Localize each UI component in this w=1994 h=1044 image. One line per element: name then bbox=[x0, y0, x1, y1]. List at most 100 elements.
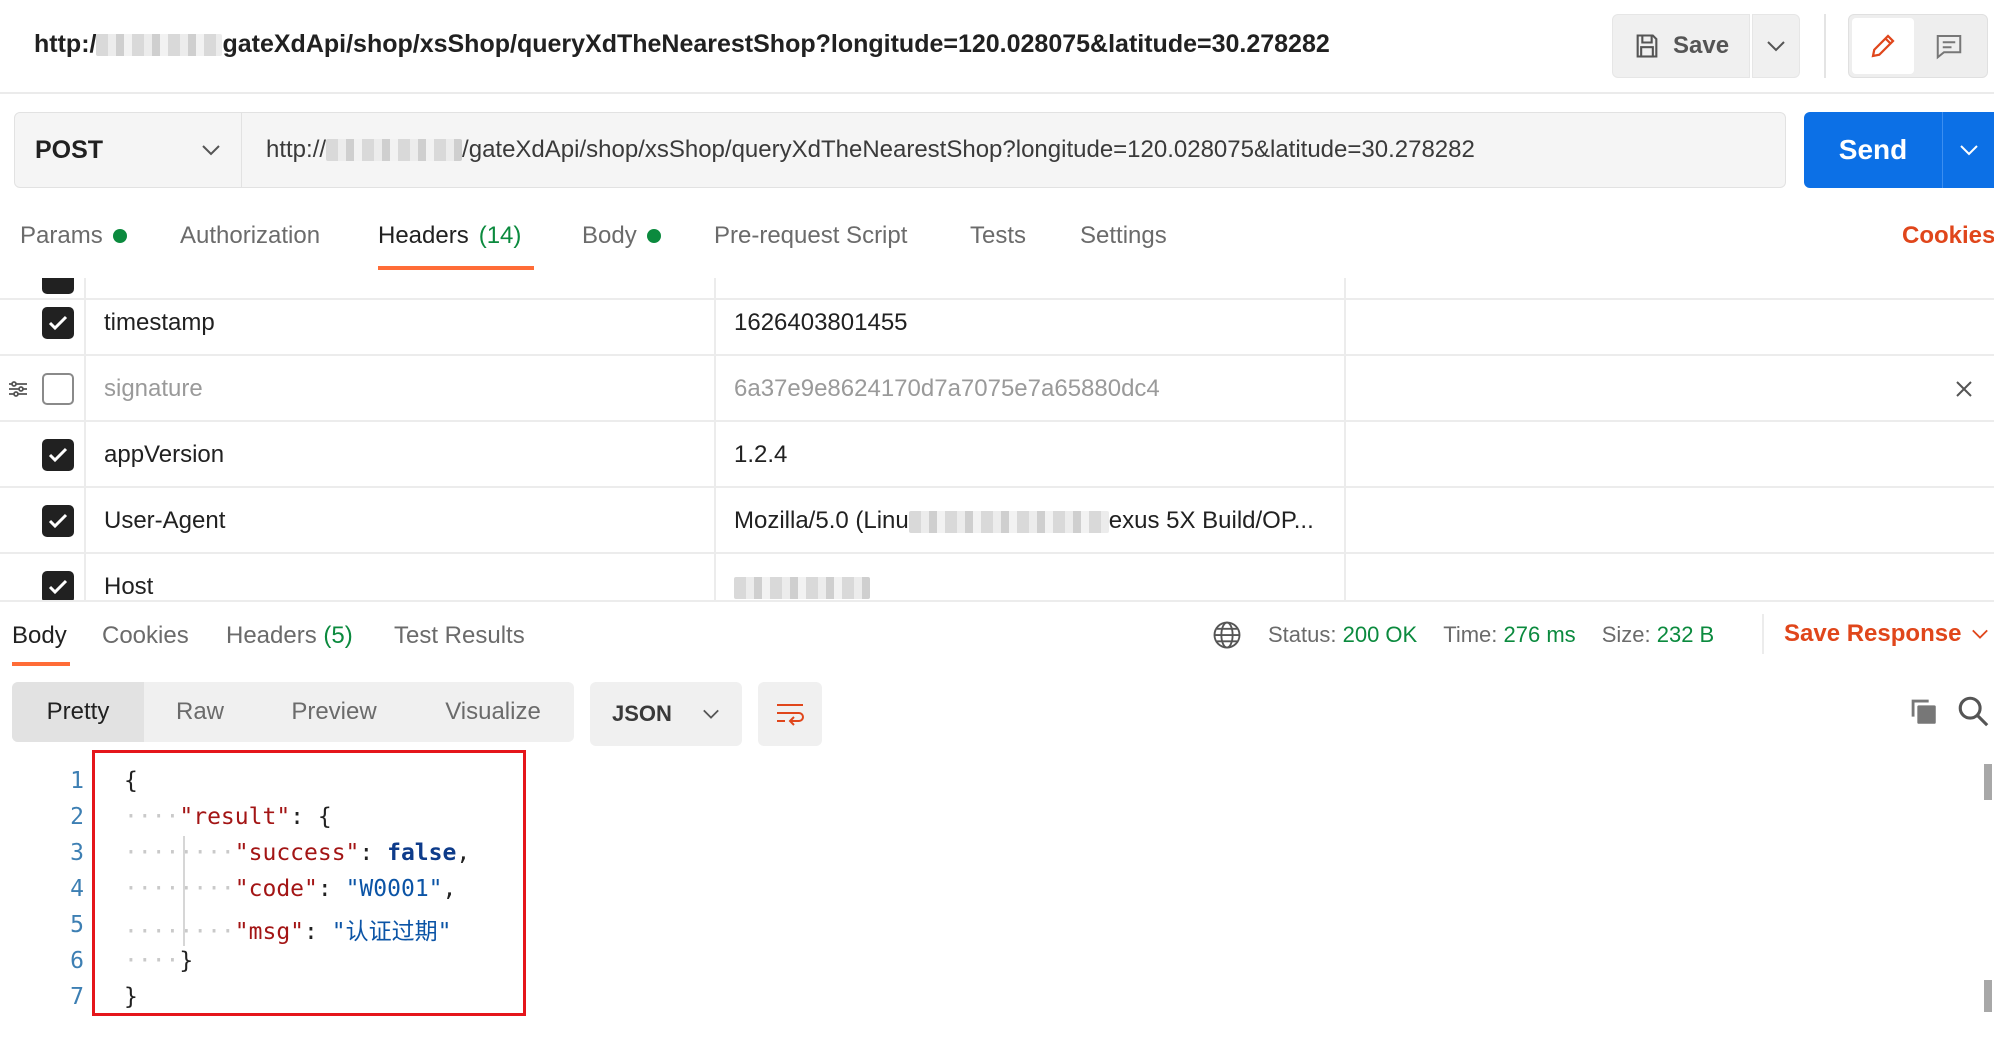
check-icon bbox=[48, 447, 68, 463]
save-options-button[interactable] bbox=[1752, 14, 1800, 78]
check-icon bbox=[48, 579, 68, 595]
time-info[interactable]: Time: 276 ms bbox=[1443, 622, 1575, 648]
table-row: User-Agent Mozilla/5.0 (Linu exus 5X Buil… bbox=[0, 488, 1994, 554]
tab-params[interactable]: Params bbox=[20, 222, 127, 250]
table-row: Host bbox=[0, 554, 1994, 600]
line-number: 7 bbox=[70, 984, 84, 1010]
header-key[interactable]: Host bbox=[104, 573, 153, 600]
response-tab-cookies[interactable]: Cookies bbox=[102, 622, 189, 650]
header-enabled-checkbox[interactable] bbox=[42, 439, 74, 471]
header-key[interactable]: appVersion bbox=[104, 441, 224, 469]
tab-authorization[interactable]: Authorization bbox=[180, 222, 320, 250]
tab-headers[interactable]: Headers (14) bbox=[378, 222, 521, 250]
pencil-icon bbox=[1871, 34, 1895, 58]
line-number: 3 bbox=[70, 840, 84, 866]
tab-headers-label: Headers bbox=[378, 222, 469, 249]
save-label: Save bbox=[1673, 32, 1730, 59]
header-value[interactable]: 6a37e9e8624170d7a7075e7a65880dc4 bbox=[734, 375, 1160, 403]
line-number: 2 bbox=[70, 804, 84, 830]
tab-settings-label: Settings bbox=[1080, 222, 1167, 249]
tab-tests-label: Tests bbox=[970, 222, 1027, 249]
format-select[interactable]: JSON bbox=[590, 682, 742, 746]
response-tab-test-results[interactable]: Test Results bbox=[394, 622, 525, 650]
save-response-button[interactable]: Save Response bbox=[1784, 620, 1989, 648]
method-select[interactable]: POST bbox=[14, 112, 242, 188]
scrollbar-thumb[interactable] bbox=[1984, 980, 1992, 1012]
table-row: timestamp 1626403801455 bbox=[0, 290, 1994, 356]
status-label: Status: bbox=[1268, 622, 1337, 647]
toolbar-divider bbox=[1824, 14, 1826, 78]
response-tab-headers-label: Headers bbox=[226, 622, 317, 649]
request-title[interactable]: http:/ gateXdApi/shop/xsShop/queryXdTheNe… bbox=[34, 30, 1330, 59]
tab-params-label: Params bbox=[20, 222, 103, 249]
wrap-lines-icon bbox=[777, 704, 804, 726]
header-value[interactable] bbox=[734, 573, 870, 600]
comments-button[interactable] bbox=[1916, 18, 1982, 74]
check-icon bbox=[48, 315, 68, 331]
active-tab-indicator bbox=[12, 662, 70, 666]
wrap-lines-button[interactable] bbox=[758, 682, 822, 746]
body-indicator-dot bbox=[646, 229, 661, 243]
view-pretty-button[interactable]: Pretty bbox=[12, 682, 144, 742]
line-number: 6 bbox=[70, 948, 84, 974]
header-value[interactable]: 1.2.4 bbox=[734, 441, 787, 469]
scrollbar-thumb[interactable] bbox=[1984, 764, 1992, 800]
header-enabled-checkbox[interactable] bbox=[42, 505, 74, 537]
size-value: 232 B bbox=[1656, 622, 1715, 647]
table-row: signature 6a37e9e8624170d7a7075e7a65880d… bbox=[0, 356, 1994, 422]
chevron-down-icon bbox=[703, 709, 719, 719]
save-button[interactable]: Save bbox=[1612, 14, 1750, 78]
response-tab-headers[interactable]: Headers (5) bbox=[226, 622, 353, 650]
response-divider bbox=[0, 600, 1994, 602]
search-icon[interactable] bbox=[1956, 694, 1990, 728]
header-enabled-checkbox[interactable] bbox=[42, 307, 74, 339]
drag-handle-icon[interactable] bbox=[6, 377, 30, 401]
view-preview-button[interactable]: Preview bbox=[272, 682, 396, 742]
request-title-suffix: gateXdApi/shop/xsShop/queryXdTheNearestS… bbox=[222, 30, 1330, 58]
edit-mode-button[interactable] bbox=[1852, 18, 1914, 74]
params-indicator-dot bbox=[112, 229, 127, 243]
format-value: JSON bbox=[612, 701, 672, 726]
tab-prerequest-script[interactable]: Pre-request Script bbox=[714, 222, 907, 250]
tab-headers-count: (14) bbox=[478, 222, 522, 249]
redacted-text bbox=[734, 576, 870, 599]
view-visualize-button[interactable]: Visualize bbox=[428, 682, 558, 742]
header-value-prefix: Mozilla/5.0 (Linu bbox=[734, 507, 909, 534]
headers-table: timestamp 1626403801455 signature 6a37e9… bbox=[0, 278, 1994, 600]
comment-icon bbox=[1936, 35, 1962, 60]
save-response-label: Save Response bbox=[1784, 620, 1962, 647]
send-options-button[interactable] bbox=[1942, 112, 1994, 188]
url-suffix: /gateXdApi/shop/xsShop/queryXdTheNearest… bbox=[462, 136, 1475, 163]
header-key[interactable]: timestamp bbox=[104, 309, 215, 337]
header-enabled-checkbox[interactable] bbox=[42, 373, 74, 405]
response-tab-headers-count: (5) bbox=[323, 622, 353, 649]
close-icon[interactable] bbox=[1952, 377, 1976, 401]
status-info[interactable]: Status: 200 OK bbox=[1268, 622, 1417, 648]
cookies-link[interactable]: Cookies bbox=[1902, 222, 1994, 250]
globe-icon[interactable] bbox=[1212, 620, 1242, 650]
active-tab-indicator bbox=[378, 266, 534, 270]
header-value[interactable]: Mozilla/5.0 (Linu exus 5X Build/OP... bbox=[734, 507, 1314, 535]
time-label: Time: bbox=[1443, 622, 1498, 647]
view-raw-button[interactable]: Raw bbox=[150, 682, 250, 742]
save-icon bbox=[1636, 34, 1658, 58]
header-key[interactable]: signature bbox=[104, 375, 203, 403]
send-button[interactable]: Send bbox=[1804, 112, 1942, 188]
header-value-suffix: exus 5X Build/OP... bbox=[1108, 507, 1314, 534]
tab-body[interactable]: Body bbox=[582, 222, 661, 250]
url-input[interactable]: http:// /gateXdApi/shop/xsShop/queryXdThe… bbox=[242, 112, 1786, 188]
header-value[interactable]: 1626403801455 bbox=[734, 309, 908, 337]
highlight-box bbox=[92, 750, 526, 1016]
redacted-host bbox=[326, 139, 463, 161]
size-info[interactable]: Size: 232 B bbox=[1602, 622, 1715, 648]
response-tab-body[interactable]: Body bbox=[12, 622, 67, 650]
header-key[interactable]: User-Agent bbox=[104, 507, 225, 535]
header-enabled-checkbox[interactable] bbox=[42, 571, 74, 600]
toolbar-divider bbox=[1762, 614, 1764, 654]
tab-tests[interactable]: Tests bbox=[970, 222, 1026, 250]
tab-settings[interactable]: Settings bbox=[1080, 222, 1167, 250]
size-label: Size: bbox=[1601, 622, 1651, 647]
copy-icon[interactable] bbox=[1906, 694, 1940, 728]
redacted-host bbox=[96, 34, 223, 57]
request-title-prefix: http:/ bbox=[34, 30, 97, 58]
